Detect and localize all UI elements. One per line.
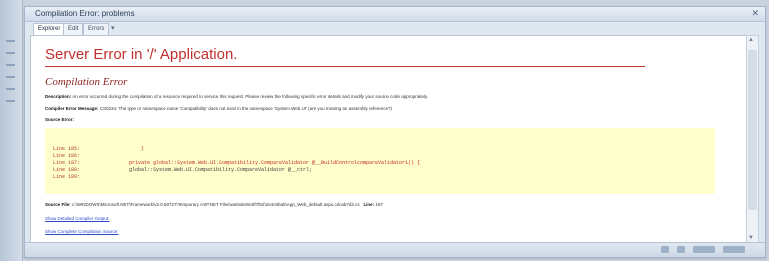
line-value: 187 [375,202,383,207]
tab-errors[interactable]: Errors [83,23,110,35]
error-page: Server Error in '/' Application. Compila… [30,35,750,243]
browser-window: Compilation Error: problems ✕ Explorer E… [24,6,766,258]
status-bar [25,242,765,257]
tab-explorer[interactable]: Explorer [33,23,66,35]
source-error-label: Source Error: [45,117,75,122]
title-divider [45,66,645,67]
compiler-message-label: Compiler Error Message: [45,106,99,111]
code-text: global::System.Web.UI.Compatibility.Comp… [129,167,313,173]
gutter-mark [6,88,15,90]
line-number: Line 189: [53,174,81,180]
window-title: Compilation Error: problems [35,9,135,18]
page-title: Server Error in '/' Application. [45,46,238,63]
gutter-mark [6,76,15,78]
source-file-line: Source File: c:\WINDOWS\Microsoft.NET\Fr… [45,202,383,207]
security-icon [677,246,685,253]
line-label: Line: [363,202,375,207]
code-text: private global::System.Web.UI.Compatibil… [129,160,421,166]
gutter-mark [6,40,15,42]
status-indicator-icon [723,246,745,253]
gutter-mark [6,52,15,54]
tab-edit[interactable]: Edit [63,23,84,35]
line-number: Line 187: [53,160,81,166]
source-code-block: Line 185: } Line 186: Line 187: private … [45,128,715,194]
line-number: Line 185: [53,146,81,152]
close-icon[interactable]: ✕ [751,8,759,19]
page-subtitle: Compilation Error [45,76,128,88]
compiler-message-text: CS0234: The type or namespace name 'Comp… [99,106,392,111]
gutter-mark [6,100,15,102]
source-file-label: Source File: [45,202,71,207]
show-detailed-compiler-output-link[interactable]: Show Detailed Compiler Output: [45,216,109,221]
description-line: Description: An error occurred during th… [45,94,428,99]
source-file-path: c:\WINDOWS\Microsoft.NET\Framework\v2.0.… [72,202,360,207]
compiler-message-line: Compiler Error Message: CS0234: The type… [45,106,392,111]
gutter-mark [6,64,15,66]
show-complete-compilation-source-link[interactable]: Show Complete Compilation Source: [45,229,119,234]
scrollbar-thumb[interactable] [748,50,757,210]
vertical-scrollbar[interactable]: ▲ ▼ [746,35,759,243]
description-text: An error occurred during the compilation… [72,94,429,99]
left-gutter [0,0,23,261]
description-label: Description: [45,94,72,99]
window-titlebar: Compilation Error: problems ✕ [25,7,765,22]
scroll-down-icon[interactable]: ▼ [748,235,754,241]
chevron-down-icon[interactable]: ▾ [111,24,115,32]
zone-icon [661,246,669,253]
scroll-up-icon[interactable]: ▲ [748,37,754,43]
zoom-icon[interactable] [693,246,715,253]
line-number: Line 188: [53,167,81,173]
line-number: Line 186: [53,153,81,159]
code-text: } [141,146,145,152]
